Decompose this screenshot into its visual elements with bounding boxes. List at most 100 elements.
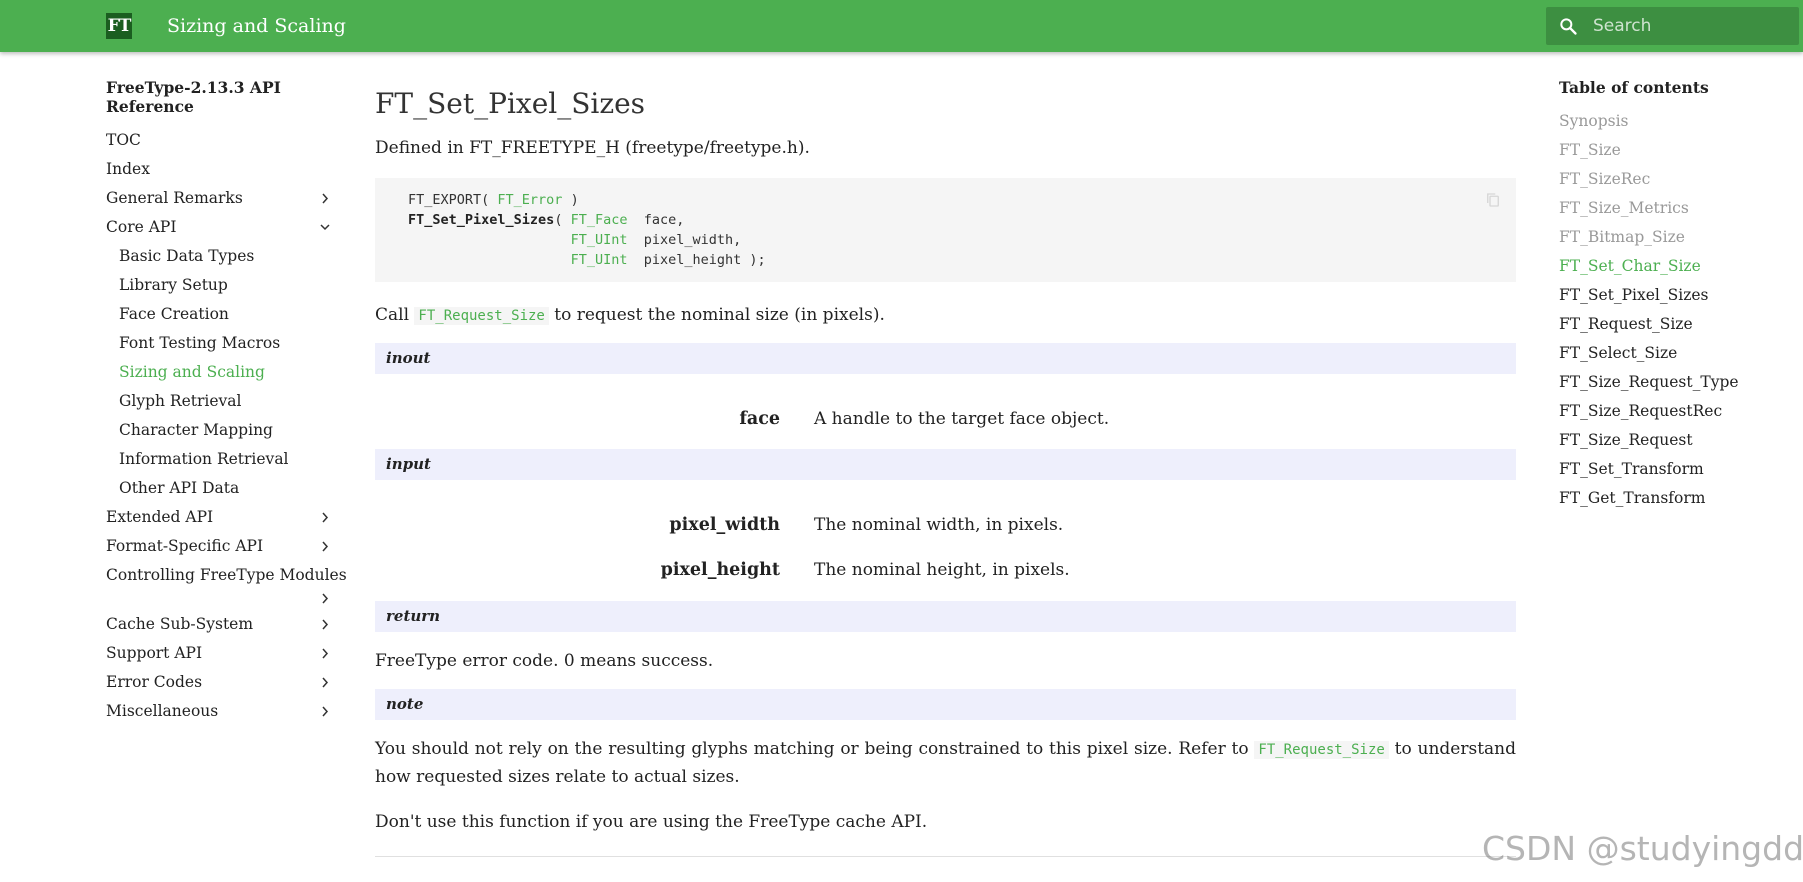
toc-item-ft-set-transform[interactable]: FT_Set_Transform xyxy=(1559,455,1799,484)
chevron-right-icon[interactable] xyxy=(318,584,332,613)
sidebar-item-index[interactable]: Index xyxy=(106,155,332,184)
toc-item-ft-size-metrics[interactable]: FT_Size_Metrics xyxy=(1559,194,1799,223)
sidebar-item-glyph-retrieval[interactable]: Glyph Retrieval xyxy=(106,387,332,416)
copy-icon[interactable] xyxy=(1484,191,1502,209)
sidebar-item-core-api[interactable]: Core API xyxy=(106,213,332,242)
sidebar-item-label: Core API xyxy=(106,218,177,236)
sidebar-item-font-testing-macros[interactable]: Font Testing Macros xyxy=(106,329,332,358)
code-link-ft-uint[interactable]: FT_UInt xyxy=(571,232,628,248)
link-ft-request-size[interactable]: FT_Request_Size xyxy=(414,307,549,325)
param-desc: The nominal height, in pixels. xyxy=(814,559,1070,580)
chevron-right-icon[interactable] xyxy=(318,668,332,697)
toc-item-ft-sizerec[interactable]: FT_SizeRec xyxy=(1559,165,1799,194)
link-ft-request-size[interactable]: FT_Request_Size xyxy=(1254,741,1389,759)
toc-item-ft-set-char-size[interactable]: FT_Set_Char_Size xyxy=(1559,252,1799,281)
sidebar-item-label: Basic Data Types xyxy=(119,247,255,265)
sidebar-item-character-mapping[interactable]: Character Mapping xyxy=(106,416,332,445)
sidebar-item-miscellaneous[interactable]: Miscellaneous xyxy=(106,697,332,726)
code-block: FT_EXPORT( FT_Error ) FT_Set_Pixel_Sizes… xyxy=(375,178,1516,282)
toc-list: Synopsis FT_Size FT_SizeRec FT_Size_Metrics… xyxy=(1559,107,1799,513)
sidebar-item-information-retrieval[interactable]: Information Retrieval xyxy=(106,445,332,474)
sidebar-item-label: TOC xyxy=(106,131,141,149)
watermark: CSDN @studyingdda xyxy=(1482,829,1803,868)
defined-in-text: Defined in FT_FREETYPE_H (freetype/freet… xyxy=(375,138,810,158)
sidebar-item-label: Index xyxy=(106,160,150,178)
sidebar-item-toc[interactable]: TOC xyxy=(106,126,332,155)
freetype-logo[interactable]: FT xyxy=(106,13,132,39)
sidebar-item-error-codes[interactable]: Error Codes xyxy=(106,668,332,697)
sidebar-item-sizing-and-scaling[interactable]: Sizing and Scaling xyxy=(106,358,332,387)
sidebar-item-basic-data-types[interactable]: Basic Data Types xyxy=(106,242,332,271)
sidebar-item-library-setup[interactable]: Library Setup xyxy=(106,271,332,300)
sidebar-item-label: Format-Specific API xyxy=(106,537,264,555)
param-row: pixel_height The nominal height, in pixe… xyxy=(375,547,1516,592)
toc-item-synopsis[interactable]: Synopsis xyxy=(1559,107,1799,136)
note-text: You should not rely on the resulting gly… xyxy=(375,739,1516,787)
nav-list: TOC Index General Remarks Core API Basic Dat… xyxy=(106,126,347,726)
sidebar-item-label: Face Creation xyxy=(119,305,229,323)
sidebar-item-label: Information Retrieval xyxy=(119,450,289,468)
code-link-ft-uint[interactable]: FT_UInt xyxy=(571,252,628,268)
sidebar-item-format-specific-api[interactable]: Format-Specific API xyxy=(106,532,332,561)
toc-item-ft-size-request[interactable]: FT_Size_Request xyxy=(1559,426,1799,455)
toc-item-ft-size-requestrec[interactable]: FT_Size_RequestRec xyxy=(1559,397,1799,426)
param-row: face A handle to the target face object. xyxy=(375,396,1516,441)
chevron-right-icon[interactable] xyxy=(318,184,332,213)
return-text: FreeType error code. 0 means success. xyxy=(375,651,714,671)
section-return: return xyxy=(375,601,1516,632)
sidebar-item-cache-sub-system[interactable]: Cache Sub-System xyxy=(106,610,332,639)
note-text-2: Don't use this function if you are using… xyxy=(375,812,928,832)
chevron-right-icon[interactable] xyxy=(318,532,332,561)
sidebar-item-extended-api[interactable]: Extended API xyxy=(106,503,332,532)
param-desc: The nominal width, in pixels. xyxy=(814,514,1064,535)
section-input: input xyxy=(375,449,1516,480)
sidebar-item-label: Support API xyxy=(106,644,203,662)
toc-item-ft-select-size[interactable]: FT_Select_Size xyxy=(1559,339,1799,368)
sidebar-item-controlling-freetype-modules[interactable]: Controlling FreeType Modules xyxy=(106,561,347,613)
chevron-right-icon[interactable] xyxy=(318,610,332,639)
chevron-right-icon[interactable] xyxy=(318,503,332,532)
main-content: FT_Set_Pixel_Sizes Defined in FT_FREETYP… xyxy=(375,84,1516,857)
param-name: pixel_height xyxy=(660,559,780,580)
code-link-ft-error[interactable]: FT_Error xyxy=(497,192,562,208)
sidebar-item-label: General Remarks xyxy=(106,189,243,207)
call-description: Call FT_Request_Size to request the nomi… xyxy=(375,305,885,325)
section-divider xyxy=(375,856,1516,857)
param-row: pixel_width The nominal width, in pixels… xyxy=(375,502,1516,547)
sidebar-item-label: Sizing and Scaling xyxy=(119,363,265,381)
param-desc: A handle to the target face object. xyxy=(814,408,1110,429)
sidebar-item-face-creation[interactable]: Face Creation xyxy=(106,300,332,329)
sidebar-item-label: Extended API xyxy=(106,508,214,526)
sidebar-item-label: Miscellaneous xyxy=(106,702,219,720)
sidebar-item-label: Glyph Retrieval xyxy=(119,392,242,410)
nav-title[interactable]: FreeType-2.13.3 API Reference xyxy=(106,78,332,116)
section-inout: inout xyxy=(375,343,1516,374)
toc-item-ft-get-transform[interactable]: FT_Get_Transform xyxy=(1559,484,1799,513)
toc-item-ft-request-size[interactable]: FT_Request_Size xyxy=(1559,310,1799,339)
sidebar-item-support-api[interactable]: Support API xyxy=(106,639,332,668)
toc-item-ft-bitmap-size[interactable]: FT_Bitmap_Size xyxy=(1559,223,1799,252)
param-name: face xyxy=(739,408,780,429)
code-link-ft-face[interactable]: FT_Face xyxy=(571,212,628,228)
chevron-down-icon[interactable] xyxy=(318,213,332,242)
sidebar-item-general-remarks[interactable]: General Remarks xyxy=(106,184,332,213)
search-box[interactable] xyxy=(1546,7,1799,45)
toc-item-ft-size-request-type[interactable]: FT_Size_Request_Type xyxy=(1559,368,1799,397)
param-name: pixel_width xyxy=(669,514,780,535)
toc-item-ft-set-pixel-sizes[interactable]: FT_Set_Pixel_Sizes xyxy=(1559,281,1799,310)
toc-title: Table of contents xyxy=(1559,78,1709,97)
sidebar-item-label: Error Codes xyxy=(106,673,203,691)
page-title: FT_Set_Pixel_Sizes xyxy=(375,87,646,120)
sidebar-item-label: Library Setup xyxy=(119,276,228,294)
sidebar-item-label: Cache Sub-System xyxy=(106,615,254,633)
search-icon xyxy=(1560,18,1577,35)
chevron-right-icon[interactable] xyxy=(318,639,332,668)
sidebar-item-other-api-data[interactable]: Other API Data xyxy=(106,474,332,503)
sidebar-item-label: Controlling FreeType Modules xyxy=(106,566,347,584)
chevron-right-icon[interactable] xyxy=(318,697,332,726)
toc-item-ft-size[interactable]: FT_Size xyxy=(1559,136,1799,165)
top-header: FT Sizing and Scaling xyxy=(0,0,1803,52)
sidebar-item-label: Font Testing Macros xyxy=(119,334,281,352)
search-input[interactable] xyxy=(1593,7,1793,45)
page-header-title: Sizing and Scaling xyxy=(167,15,346,37)
